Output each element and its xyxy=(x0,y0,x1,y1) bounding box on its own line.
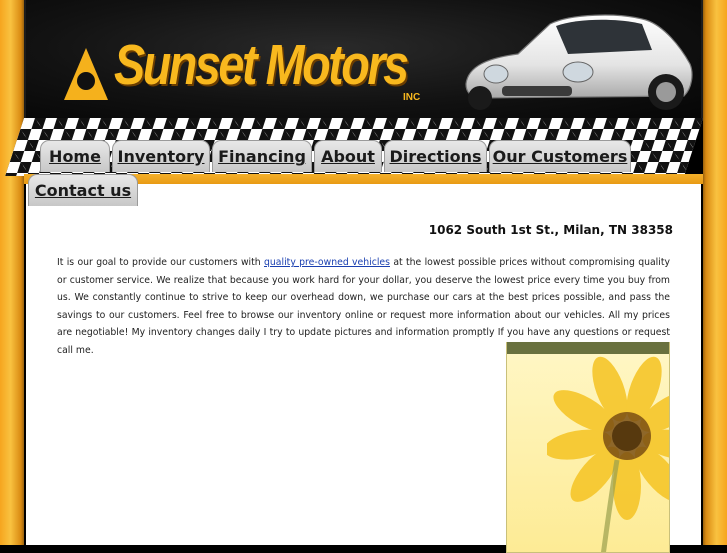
nav-tab-inventory[interactable]: Inventory xyxy=(112,140,210,172)
nav-tab-home[interactable]: Home xyxy=(40,140,110,172)
brand-suffix: INC xyxy=(403,92,421,103)
sidebar-panel xyxy=(506,342,670,553)
quality-vehicles-link[interactable]: quality pre-owned vehicles xyxy=(264,257,390,268)
main-content: 1062 South 1st St., Milan, TN 38358 It i… xyxy=(26,184,701,553)
nav-tab-directions[interactable]: Directions xyxy=(384,140,487,172)
sports-car-image xyxy=(465,14,693,110)
brand-name: Sunset Motors xyxy=(114,33,409,97)
intro-text-before: It is our goal to provide our customers … xyxy=(57,257,265,269)
address: 1062 South 1st St., Milan, TN 38358 xyxy=(428,223,673,237)
nav-tab-financing[interactable]: Financing xyxy=(212,140,312,172)
nav-tab-our-customers[interactable]: Our Customers xyxy=(489,140,631,172)
nav-tab-about[interactable]: About xyxy=(314,140,382,172)
sidebar-panel-header xyxy=(507,342,669,354)
page-frame: Sunset Motors INC Home Inventory Financi… xyxy=(5,0,703,553)
nav-tab-contact-us[interactable]: Contact us xyxy=(28,174,138,206)
sunset-logo-icon xyxy=(64,48,108,100)
site-header: Sunset Motors INC xyxy=(24,0,703,120)
sunflower-image xyxy=(547,356,669,552)
